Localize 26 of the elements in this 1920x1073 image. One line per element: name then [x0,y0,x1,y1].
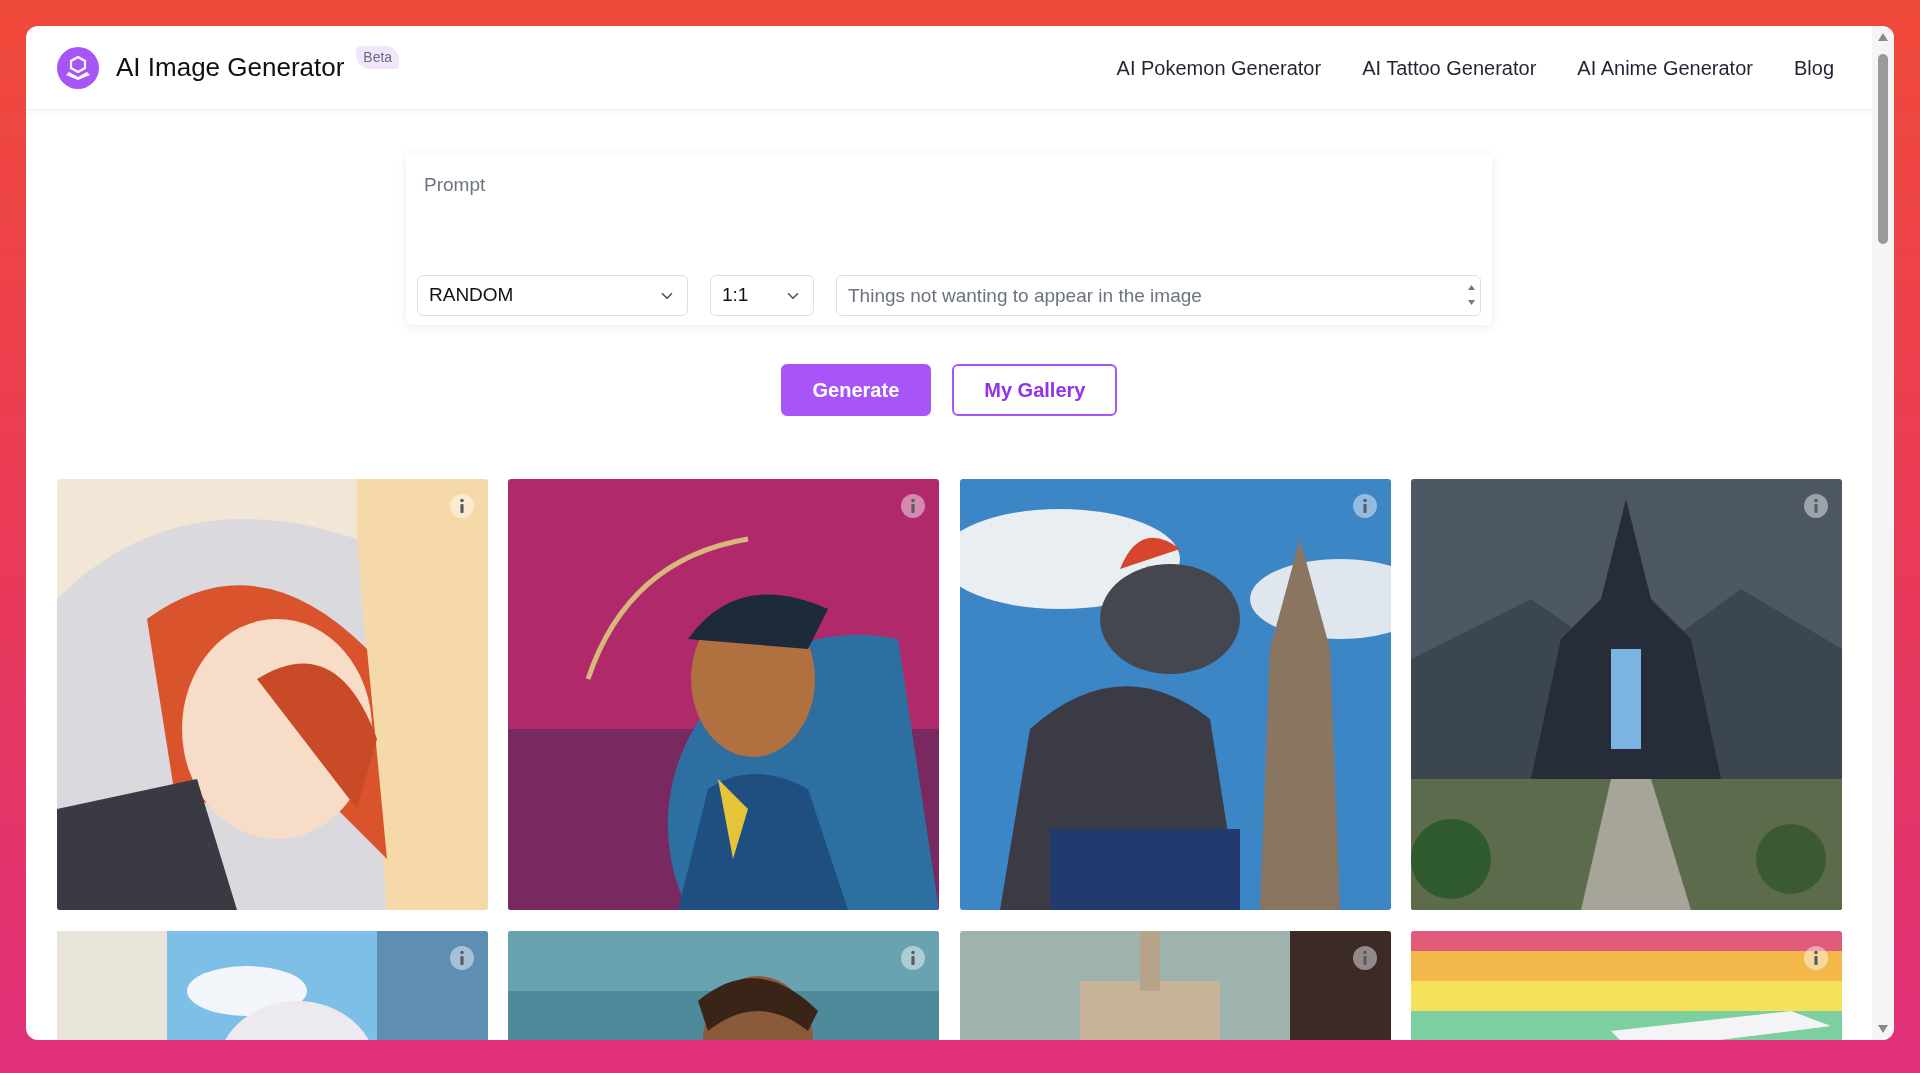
nav-link[interactable]: AI Anime Generator [1577,52,1753,83]
logo-icon [57,46,99,89]
generate-button[interactable]: Generate [780,364,932,416]
nav-link[interactable]: Blog [1793,52,1834,83]
info-icon[interactable] [900,945,927,971]
info-icon[interactable] [1351,493,1378,519]
info-icon[interactable] [1802,493,1829,519]
beta-tag: Beta [356,46,400,69]
prompt-field[interactable]: Prompt [417,153,1481,275]
spinner-arrows-icon[interactable] [1467,282,1476,308]
scrollbar-thumb[interactable] [1878,54,1888,244]
info-icon[interactable] [449,493,475,519]
scroll-down-icon[interactable] [1877,1024,1889,1034]
negative-prompt-field[interactable]: Things not wanting to appear in the image [836,275,1481,316]
scrollbar[interactable] [1872,26,1894,1040]
ratio-select[interactable]: 1:1 [710,275,814,316]
gallery-button[interactable]: My Gallery [952,364,1118,416]
app-title: AI Image Generator [116,51,345,84]
style-select[interactable]: RANDOM [417,275,688,316]
nav-link[interactable]: AI Pokemon Generator [1116,52,1322,83]
info-icon[interactable] [900,493,927,519]
scroll-up-icon[interactable] [1877,32,1889,42]
nav-link[interactable]: AI Tattoo Generator [1362,52,1537,83]
info-icon[interactable] [1351,945,1378,971]
info-icon[interactable] [1802,945,1829,971]
info-icon[interactable] [449,945,475,971]
